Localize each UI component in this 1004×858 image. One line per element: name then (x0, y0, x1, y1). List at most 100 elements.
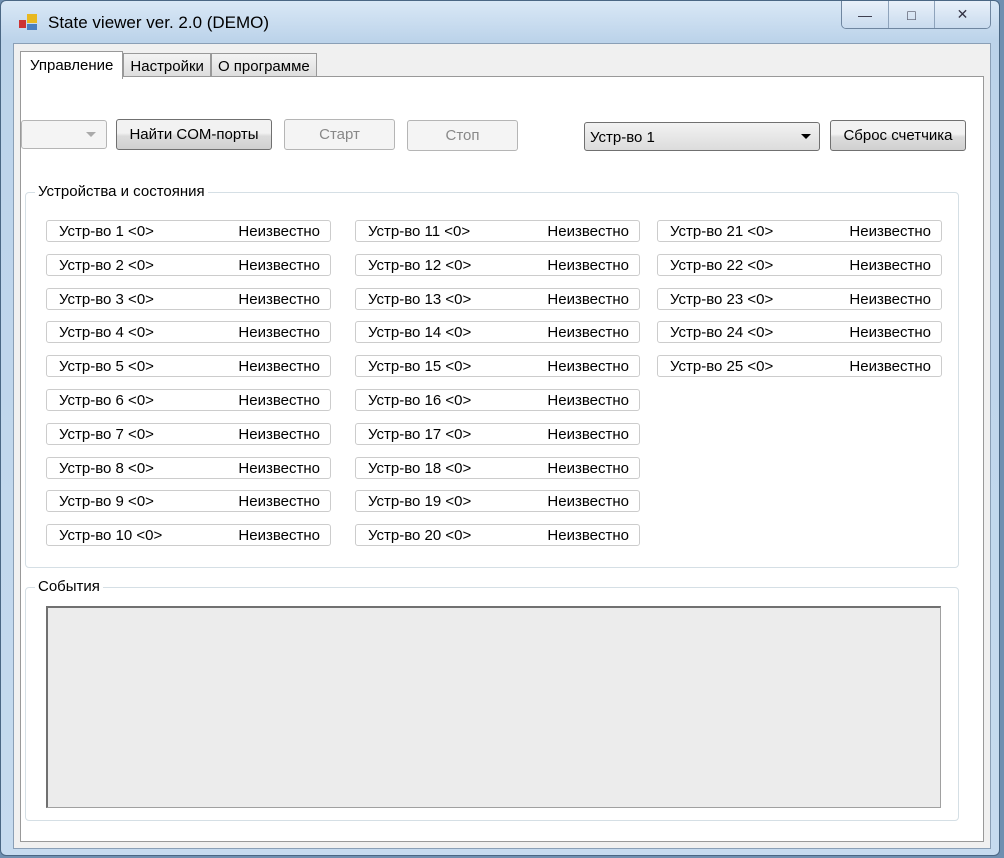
device-name: Устр-во 20 <0> (368, 527, 472, 545)
device-select[interactable]: Устр-во 1 (584, 122, 820, 151)
chevron-down-icon (801, 134, 811, 139)
devices-group: Устройства и состояния Устр-во 1 <0> Неиз… (25, 183, 959, 568)
device-state: Неизвестно (238, 358, 320, 376)
device-name: Устр-во 10 <0> (59, 527, 163, 545)
window-title: State viewer ver. 2.0 (DEMO) (48, 13, 270, 32)
device-state: Неизвестно (547, 290, 629, 308)
device-state: Неизвестно (849, 324, 931, 342)
title-bar[interactable]: State viewer ver. 2.0 (DEMO) — □ ✕ (1, 1, 999, 43)
device-status-item: Устр-во 11 <0> Неизвестно (355, 220, 640, 242)
reset-counter-button[interactable]: Сброс счетчика (830, 120, 966, 151)
device-status-item: Устр-во 9 <0> Неизвестно (46, 490, 331, 513)
device-state: Неизвестно (238, 527, 320, 545)
device-status-item: Устр-во 24 <0> Неизвестно (657, 321, 942, 344)
device-status-item: Устр-во 3 <0> Неизвестно (46, 287, 331, 310)
device-name: Устр-во 3 <0> (59, 290, 154, 308)
chevron-down-icon (86, 132, 96, 137)
device-name: Устр-во 19 <0> (368, 493, 472, 511)
tab-settings[interactable]: Настройки (123, 53, 211, 78)
events-log[interactable] (46, 606, 941, 808)
device-name: Устр-во 23 <0> (670, 290, 774, 308)
maximize-button[interactable]: □ (888, 1, 934, 28)
minimize-button[interactable]: — (842, 1, 888, 28)
device-status-item: Устр-во 14 <0> Неизвестно (355, 321, 640, 344)
device-status-item: Устр-во 13 <0> Неизвестно (355, 287, 640, 310)
device-name: Устр-во 21 <0> (670, 223, 774, 240)
device-state: Неизвестно (238, 493, 320, 511)
device-state: Неизвестно (547, 223, 629, 240)
device-status-item: Устр-во 25 <0> Неизвестно (657, 355, 942, 378)
device-state: Неизвестно (238, 223, 320, 240)
device-name: Устр-во 16 <0> (368, 392, 472, 409)
events-group-title: События (35, 578, 103, 595)
device-status-item: Устр-во 15 <0> Неизвестно (355, 355, 640, 378)
device-status-item: Устр-во 17 <0> Неизвестно (355, 422, 640, 445)
device-state: Неизвестно (547, 256, 629, 274)
device-state: Неизвестно (547, 324, 629, 342)
device-status-item: Устр-во 8 <0> Неизвестно (46, 456, 331, 479)
device-name: Устр-во 7 <0> (59, 425, 154, 443)
device-name: Устр-во 9 <0> (59, 493, 154, 511)
app-icon (19, 14, 37, 30)
app-window: State viewer ver. 2.0 (DEMO) — □ ✕ Управ… (0, 0, 1000, 856)
device-status-item: Устр-во 10 <0> Неизвестно (46, 524, 331, 547)
device-name: Устр-во 12 <0> (368, 256, 472, 274)
device-status-item: Устр-во 21 <0> Неизвестно (657, 220, 942, 242)
events-group: События (25, 578, 959, 821)
device-name: Устр-во 11 <0> (368, 223, 471, 240)
device-name: Устр-во 18 <0> (368, 459, 472, 477)
device-name: Устр-во 4 <0> (59, 324, 154, 342)
device-name: Устр-во 2 <0> (59, 256, 154, 274)
device-state: Неизвестно (849, 358, 931, 376)
device-state: Неизвестно (849, 223, 931, 240)
device-status-item: Устр-во 18 <0> Неизвестно (355, 456, 640, 479)
start-button[interactable]: Старт (284, 119, 395, 150)
device-name: Устр-во 1 <0> (59, 223, 154, 240)
com-port-combo[interactable] (21, 120, 107, 149)
close-button[interactable]: ✕ (934, 1, 990, 28)
devices-group-title: Устройства и состояния (35, 183, 208, 200)
device-status-item: Устр-во 4 <0> Неизвестно (46, 321, 331, 344)
device-status-item: Устр-во 22 <0> Неизвестно (657, 253, 942, 276)
device-name: Устр-во 14 <0> (368, 324, 472, 342)
device-state: Неизвестно (547, 527, 629, 545)
device-status-item: Устр-во 1 <0> Неизвестно (46, 220, 331, 242)
device-state: Неизвестно (238, 290, 320, 308)
device-name: Устр-во 5 <0> (59, 358, 154, 376)
device-status-item: Устр-во 6 <0> Неизвестно (46, 389, 331, 411)
device-state: Неизвестно (849, 290, 931, 308)
device-state: Неизвестно (547, 493, 629, 511)
device-select-value: Устр-во 1 (590, 129, 655, 146)
device-status-item: Устр-во 2 <0> Неизвестно (46, 253, 331, 276)
device-name: Устр-во 8 <0> (59, 459, 154, 477)
tab-strip: Управление Настройки О программе (20, 51, 317, 79)
device-state: Неизвестно (238, 324, 320, 342)
device-name: Устр-во 25 <0> (670, 358, 774, 376)
find-com-ports-button[interactable]: Найти COM-порты (116, 119, 272, 150)
device-state: Неизвестно (547, 425, 629, 443)
device-status-item: Устр-во 16 <0> Неизвестно (355, 389, 640, 411)
tab-about[interactable]: О программе (210, 53, 317, 78)
device-status-item: Устр-во 23 <0> Неизвестно (657, 287, 942, 310)
device-name: Устр-во 13 <0> (368, 290, 472, 308)
device-state: Неизвестно (547, 392, 629, 409)
device-name: Устр-во 17 <0> (368, 425, 472, 443)
device-state: Неизвестно (547, 358, 629, 376)
device-state: Неизвестно (238, 425, 320, 443)
device-name: Устр-во 24 <0> (670, 324, 774, 342)
device-status-item: Устр-во 12 <0> Неизвестно (355, 253, 640, 276)
device-name: Устр-во 15 <0> (368, 358, 472, 376)
device-status-item: Устр-во 7 <0> Неизвестно (46, 422, 331, 445)
device-name: Устр-во 6 <0> (59, 392, 154, 409)
client-area: Управление Настройки О программе Найти C… (13, 43, 991, 849)
tab-control[interactable]: Управление (20, 51, 124, 79)
device-state: Неизвестно (238, 459, 320, 477)
device-name: Устр-во 22 <0> (670, 256, 774, 274)
device-status-item: Устр-во 5 <0> Неизвестно (46, 355, 331, 378)
device-state: Неизвестно (238, 256, 320, 274)
device-status-item: Устр-во 19 <0> Неизвестно (355, 490, 640, 513)
tab-panel-control: Найти COM-порты Старт Стоп Устр-во 1 Сбр… (20, 76, 984, 842)
stop-button[interactable]: Стоп (407, 120, 518, 151)
device-status-item: Устр-во 20 <0> Неизвестно (355, 524, 640, 547)
device-state: Неизвестно (849, 256, 931, 274)
